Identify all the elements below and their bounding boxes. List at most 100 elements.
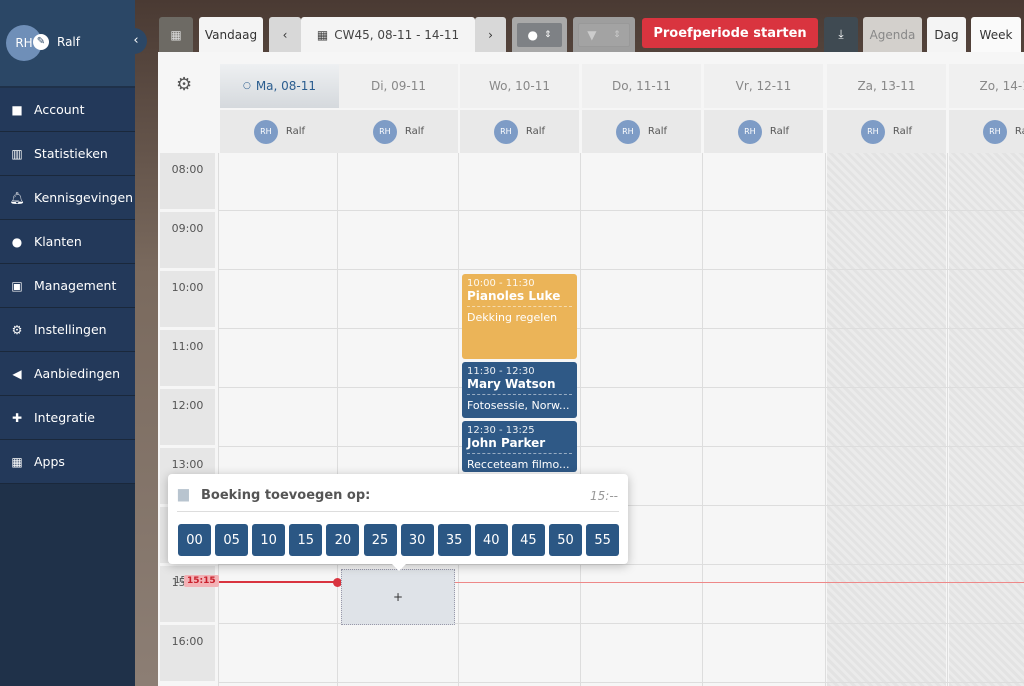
day-user[interactable]: RH Ralf xyxy=(704,110,823,153)
sidebar-item-kennisgevingen[interactable]: 🔔︎ Kennisgevingen xyxy=(0,176,135,220)
day-header[interactable]: ○ Ma, 08-11 xyxy=(220,64,339,108)
hour-label: 09:00 xyxy=(160,212,215,268)
day-user[interactable]: RH Ralf xyxy=(949,110,1024,153)
sidebar-item-apps[interactable]: ▦ Apps xyxy=(0,440,135,484)
hour-gridline xyxy=(218,269,1024,270)
new-booking-slot[interactable]: + xyxy=(341,569,455,625)
sort-icon: ⇕ xyxy=(613,29,621,40)
briefcase-icon: ■ xyxy=(11,102,23,117)
minute-button[interactable]: 25 xyxy=(363,524,397,556)
day-user[interactable]: RH Ralf xyxy=(220,110,339,153)
event-description: Recceteam filmo... xyxy=(467,458,570,471)
column-gridline xyxy=(218,153,219,686)
event-card[interactable]: 10:00 - 11:30 Pianoles Luke Dekking regele… xyxy=(462,274,577,359)
hour-label: 10:00 xyxy=(160,271,215,327)
start-trial-button[interactable]: Proefperiode starten xyxy=(642,18,818,48)
add-booking-calendar-button[interactable]: ▦ xyxy=(159,17,193,52)
day-header[interactable]: Wo, 10-11 xyxy=(460,64,579,108)
hour-gridline xyxy=(218,387,1024,388)
sidebar-item-aanbiedingen[interactable]: ◀ Aanbiedingen xyxy=(0,352,135,396)
day-header[interactable]: Di, 09-11 xyxy=(339,64,458,108)
user-select[interactable]: ● ⇕ xyxy=(512,17,567,52)
sidebar-menu: ■ Account ▥ Statistieken 🔔︎ Kennisgevingen … xyxy=(0,88,135,484)
next-week-button[interactable]: › xyxy=(475,17,506,52)
minute-button[interactable]: 55 xyxy=(586,524,620,556)
puzzle-icon: ✚ xyxy=(11,410,23,425)
view-agenda-tab[interactable]: Agenda xyxy=(863,17,922,52)
sidebar-item-label: Account xyxy=(34,102,85,117)
sidebar-item-klanten[interactable]: ● Klanten xyxy=(0,220,135,264)
week-picker[interactable]: ▦ CW45, 08-11 - 14-11 xyxy=(301,17,475,52)
event-description: Dekking regelen xyxy=(467,311,558,324)
popover-title: Boeking toevoegen op: xyxy=(201,488,371,503)
minute-button[interactable]: 40 xyxy=(474,524,508,556)
today-dot-icon: ○ xyxy=(242,81,251,91)
view-week-tab[interactable]: Week xyxy=(971,17,1021,52)
event-card[interactable]: 12:30 - 13:25 John Parker Recceteam filmo.… xyxy=(462,421,577,472)
sidebar-item-statistieken[interactable]: ▥ Statistieken xyxy=(0,132,135,176)
filter-select[interactable]: ▼ ⇕ xyxy=(573,17,635,52)
minute-button[interactable]: 30 xyxy=(400,524,434,556)
minute-button[interactable]: 10 xyxy=(252,524,286,556)
minute-button[interactable]: 05 xyxy=(215,524,249,556)
day-label: Ma, 08-11 xyxy=(255,79,317,93)
day-header[interactable]: Zo, 14-11 xyxy=(949,64,1024,108)
avatar: RH xyxy=(372,119,397,144)
day-user[interactable]: RH Ralf xyxy=(460,110,579,153)
day-header[interactable]: Vr, 12-11 xyxy=(704,64,823,108)
megaphone-icon: ◀ xyxy=(12,366,22,381)
minute-button[interactable]: 35 xyxy=(437,524,471,556)
current-time-line xyxy=(218,581,337,583)
day-user[interactable]: RH Ralf xyxy=(339,110,458,153)
event-time: 12:30 - 13:25 xyxy=(467,425,535,436)
hour-gridline xyxy=(218,328,1024,329)
avatar: RH xyxy=(615,119,640,144)
sidebar-item-account[interactable]: ■ Account xyxy=(0,88,135,132)
sidebar-item-label: Aanbiedingen xyxy=(34,366,121,381)
calendar-icon: ▆ xyxy=(178,486,189,502)
column-gridline xyxy=(337,153,338,686)
gears-icon: ⚙ xyxy=(11,322,23,337)
minute-button[interactable]: 20 xyxy=(326,524,360,556)
event-description: Fotosessie, Norw... xyxy=(467,399,570,412)
avatar: RH xyxy=(737,119,762,144)
column-gridline xyxy=(947,153,948,686)
divider xyxy=(177,511,619,512)
minute-button[interactable]: 00 xyxy=(178,524,211,556)
collapse-sidebar-button[interactable]: ‹ xyxy=(125,28,147,54)
day-header[interactable]: Za, 13-11 xyxy=(827,64,946,108)
day-header[interactable]: Do, 11-11 xyxy=(582,64,701,108)
sidebar-item-management[interactable]: ▣ Management xyxy=(0,264,135,308)
minute-button[interactable]: 50 xyxy=(549,524,582,556)
calendar-settings-gears-icon[interactable]: ⚙ xyxy=(176,74,192,95)
user-name: Ralf xyxy=(647,126,668,137)
popover-arrow xyxy=(390,562,408,571)
hour-gridline xyxy=(218,564,1024,565)
day-label: Vr, 12-11 xyxy=(735,79,792,93)
popover-time: 15:-- xyxy=(590,489,618,503)
download-icon: ⤓ xyxy=(838,27,844,41)
sidebar-item-instellingen[interactable]: ⚙ Instellingen xyxy=(0,308,135,352)
day-user[interactable]: RH Ralf xyxy=(827,110,946,153)
minute-button[interactable]: 15 xyxy=(289,524,323,556)
sidebar-item-label: Statistieken xyxy=(34,146,108,161)
user-name: Ralf xyxy=(892,126,913,137)
day-user[interactable]: RH Ralf xyxy=(582,110,701,153)
bell-icon: 🔔︎ xyxy=(9,190,25,205)
event-card[interactable]: 11:30 - 12:30 Mary Watson Fotosessie, Norw… xyxy=(462,362,577,418)
minute-button[interactable]: 45 xyxy=(511,524,545,556)
download-button[interactable]: ⤓ xyxy=(824,17,858,52)
add-booking-popover: ▆ Boeking toevoegen op: 15:-- 00 05 10 15 20… xyxy=(168,474,628,571)
sidebar-item-label: Management xyxy=(34,278,117,293)
edit-pencil-icon[interactable]: ✎ xyxy=(33,34,49,50)
day-label: Za, 13-11 xyxy=(857,79,916,93)
sidebar-item-integratie[interactable]: ✚ Integratie xyxy=(0,396,135,440)
user-name: Ralf xyxy=(769,126,790,137)
today-button[interactable]: Vandaag xyxy=(199,17,263,52)
prev-week-button[interactable]: ‹ xyxy=(269,17,301,52)
day-label: Do, 11-11 xyxy=(611,79,672,93)
weekend-shade xyxy=(827,153,946,686)
view-day-tab[interactable]: Dag xyxy=(927,17,966,52)
user-name: Ralf xyxy=(525,126,546,137)
hour-label: 12:00 xyxy=(160,389,215,445)
